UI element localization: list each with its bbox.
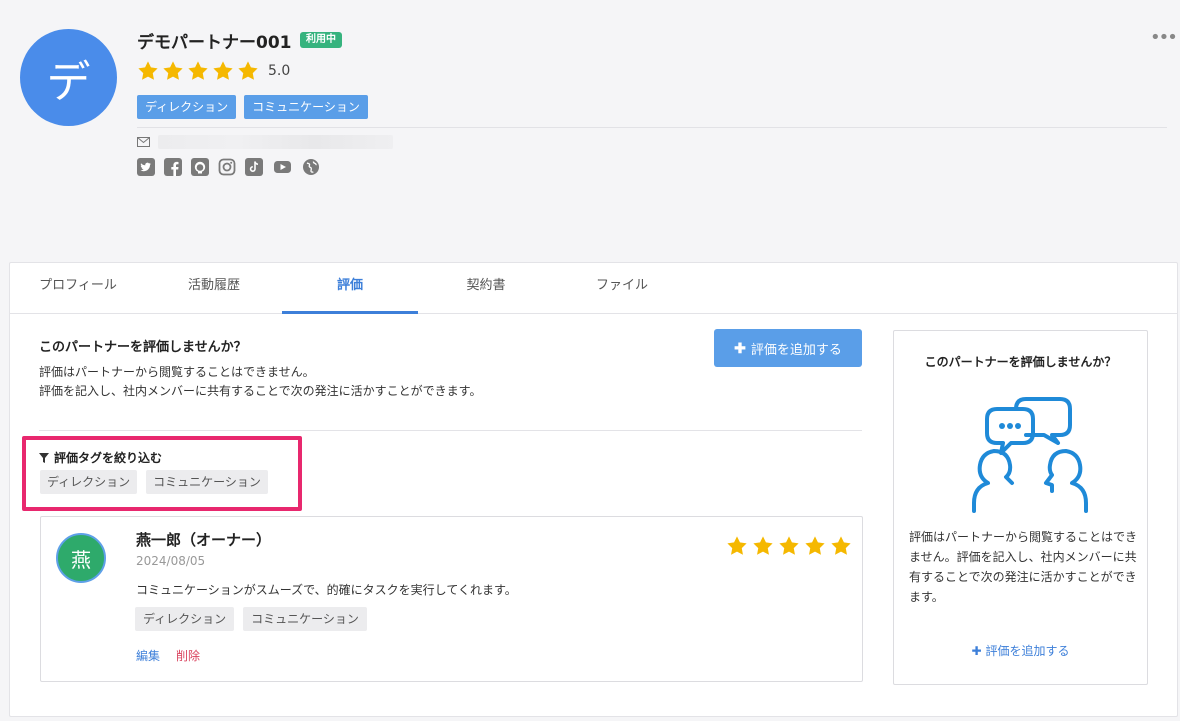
review-prompt-desc: 評価を記入し、社内メンバーに共有することで次の発注に活かすことができます。 (39, 384, 482, 398)
star-icon (805, 536, 825, 555)
review-date: 2024/08/05 (136, 554, 206, 568)
delete-link[interactable]: 削除 (176, 647, 200, 664)
conversation-illustration-icon (972, 397, 1088, 513)
star-icon (727, 536, 747, 555)
more-options-icon[interactable]: ••• (1150, 29, 1178, 47)
side-panel: このパートナーを評価しませんか？ 評価はパートナーから閲覧することはできません。… (893, 330, 1148, 685)
divider (39, 430, 862, 431)
facebook-icon[interactable] (164, 158, 182, 176)
mail-icon (137, 137, 150, 147)
divider (137, 127, 1167, 128)
tab-contract[interactable]: 契約書 (418, 263, 554, 314)
side-add-review-label: 評価を追加する (985, 644, 1070, 658)
side-add-review-link[interactable]: ✚ 評価を追加する (894, 642, 1147, 659)
review-text: コミュニケーションがスムーズで、的確にタスクを実行してくれます。 (136, 583, 517, 597)
star-icon (138, 61, 158, 80)
review-tags: ディレクション コミュニケーション (135, 607, 367, 631)
side-panel-title: このパートナーを評価しませんか？ (924, 355, 1117, 369)
filter-tag[interactable]: コミュニケーション (146, 470, 268, 494)
star-icon (188, 61, 208, 80)
partner-avatar: デ (20, 29, 117, 126)
star-icon (753, 536, 773, 555)
instagram-icon[interactable] (218, 158, 236, 176)
partner-header: デ デモパートナー001 利用中 ••• 5.0 ディレクション コミュニケーシ… (0, 0, 1180, 262)
plus-icon: ✚ (734, 339, 746, 356)
filter-tags: ディレクション コミュニケーション (40, 470, 268, 494)
star-icon (163, 61, 183, 80)
github-icon[interactable] (191, 158, 209, 176)
star-icon (831, 536, 851, 555)
review-tag: ディレクション (135, 607, 235, 631)
star-icon (238, 61, 258, 80)
partner-skill-tags: ディレクション コミュニケーション (137, 95, 368, 119)
partner-rating: 5.0 (137, 60, 290, 82)
review-stars (726, 535, 856, 557)
add-review-label: 評価を追加する (750, 341, 842, 357)
tab-bar: プロフィール 活動履歴 評価 契約書 ファイル (10, 263, 1177, 314)
star-icon (213, 61, 233, 80)
side-panel-desc: 評価はパートナーから閲覧することはできません。評価を記入し、社内メンバーに共有す… (909, 530, 1138, 604)
add-review-button[interactable]: ✚ 評価を追加する (714, 329, 862, 367)
review-card: プロフィール 活動履歴 評価 契約書 ファイル このパートナーを評価しませんか？… (9, 262, 1178, 717)
tab-profile[interactable]: プロフィール (10, 263, 146, 314)
email-redacted (158, 135, 393, 149)
social-links (137, 158, 320, 176)
reviewer-name: 燕一郎（オーナー） (136, 531, 272, 549)
reviewer-avatar: 燕 (56, 533, 106, 583)
review-item: 燕 燕一郎（オーナー） 2024/08/05 コミュニケーションがスムーズで、的… (40, 516, 863, 682)
skill-tag: ディレクション (137, 95, 237, 119)
edit-link[interactable]: 編集 (136, 647, 160, 664)
filter-title: 評価タグを絞り込む (39, 449, 162, 466)
star-icon (779, 536, 799, 555)
filter-icon (39, 452, 49, 463)
twitter-icon[interactable] (137, 158, 155, 176)
tab-activity[interactable]: 活動履歴 (146, 263, 282, 314)
filter-title-label: 評価タグを絞り込む (54, 451, 163, 465)
partner-name: デモパートナー001 (137, 33, 292, 53)
status-badge: 利用中 (300, 32, 342, 48)
review-prompt-desc: 評価はパートナーから閲覧することはできません。 (39, 365, 315, 379)
review-prompt-title: このパートナーを評価しませんか？ (39, 340, 247, 355)
filter-tag[interactable]: ディレクション (40, 470, 138, 494)
rating-value: 5.0 (268, 63, 291, 79)
plus-icon: ✚ (971, 644, 982, 658)
skill-tag: コミュニケーション (244, 95, 368, 119)
review-tag: コミュニケーション (243, 607, 367, 631)
tab-review[interactable]: 評価 (282, 263, 418, 314)
tab-files[interactable]: ファイル (554, 263, 690, 314)
partner-stars (137, 60, 262, 82)
tiktok-icon[interactable] (245, 158, 263, 176)
youtube-icon[interactable] (272, 158, 293, 176)
website-icon[interactable] (302, 158, 320, 176)
